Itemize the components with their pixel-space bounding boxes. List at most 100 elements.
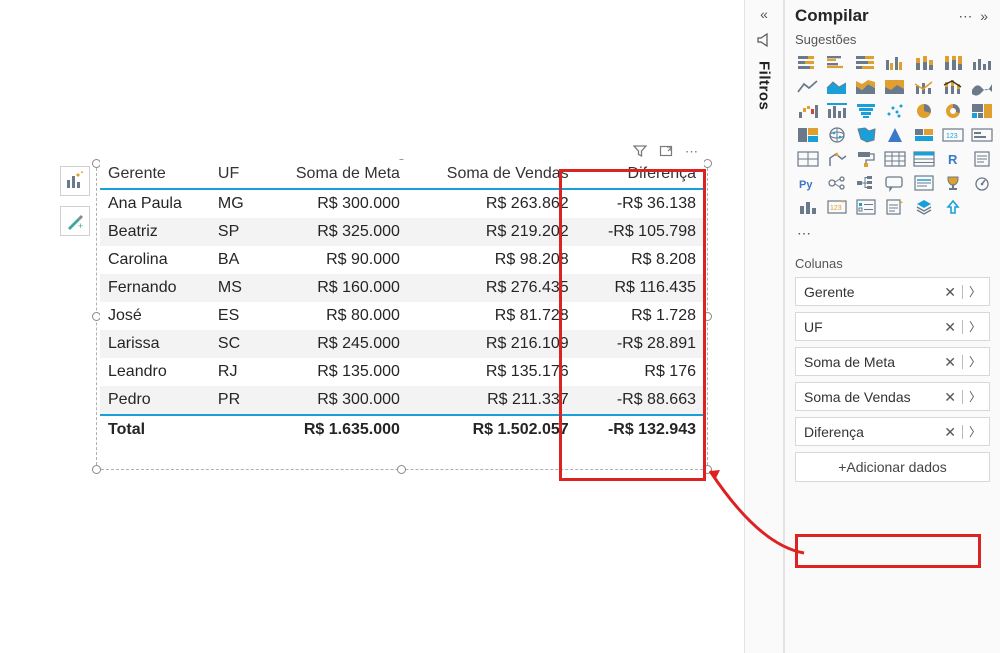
viz-type-paint-roller[interactable] xyxy=(853,149,878,169)
table-row[interactable]: CarolinaBAR$ 90.000R$ 98.208R$ 8.208 xyxy=(100,246,704,274)
viz-type-clustered-column-line[interactable] xyxy=(969,53,994,73)
resize-handle[interactable] xyxy=(703,465,712,474)
viz-type-area[interactable] xyxy=(824,77,849,97)
viz-type-table[interactable] xyxy=(911,149,936,169)
viz-type-matrix[interactable] xyxy=(882,149,907,169)
viz-type-treemap[interactable] xyxy=(969,101,994,121)
field-well-uf[interactable]: UF✕〉 xyxy=(795,312,990,341)
table-visual[interactable]: ⋯ Gerente UF Soma de Meta Soma de Vendas… xyxy=(100,160,704,444)
report-canvas[interactable]: + ⋯ Gerente UF Soma de Meta Soma de Vend… xyxy=(0,0,744,653)
viz-type-decomposition[interactable] xyxy=(853,173,878,193)
gallery-more-icon[interactable]: ⋯ xyxy=(795,223,990,250)
viz-type-funnel[interactable] xyxy=(853,101,878,121)
remove-field-icon[interactable]: ✕ xyxy=(944,425,956,439)
announce-icon xyxy=(756,32,772,51)
viz-type-py-visual[interactable]: Py xyxy=(795,173,820,193)
field-well-soma-de-vendas[interactable]: Soma de Vendas✕〉 xyxy=(795,382,990,411)
viz-type-paginated-2[interactable] xyxy=(882,197,907,217)
viz-type-area-100[interactable] xyxy=(882,77,907,97)
viz-type-column-simple[interactable] xyxy=(795,197,820,217)
viz-type-line-column[interactable] xyxy=(911,77,936,97)
viz-type-app[interactable] xyxy=(911,197,936,217)
pane-more-icon[interactable]: ⋯ » xyxy=(958,8,990,25)
viz-type-narrative[interactable] xyxy=(911,173,936,193)
field-well-soma-de-meta[interactable]: Soma de Meta✕〉 xyxy=(795,347,990,376)
viz-type-pie[interactable] xyxy=(911,101,936,121)
remove-field-icon[interactable]: ✕ xyxy=(944,285,956,299)
viz-type-key-influencers[interactable] xyxy=(824,173,849,193)
viz-type-funnel-col[interactable] xyxy=(824,101,849,121)
collapse-icon[interactable]: « xyxy=(760,6,768,22)
field-well-gerente[interactable]: Gerente✕〉 xyxy=(795,277,990,306)
viz-type-smart-narrative[interactable]: 123 xyxy=(824,197,849,217)
col-header-dif[interactable]: Diferença xyxy=(577,160,704,189)
viz-type-paginated[interactable] xyxy=(969,149,994,169)
cell-meta: R$ 160.000 xyxy=(261,274,408,302)
cell-dif: -R$ 36.138 xyxy=(577,189,704,218)
viz-type-line-stacked[interactable] xyxy=(940,77,965,97)
field-menu-icon[interactable]: 〉 xyxy=(969,318,981,335)
remove-field-icon[interactable]: ✕ xyxy=(944,355,956,369)
table-row[interactable]: FernandoMSR$ 160.000R$ 276.435R$ 116.435 xyxy=(100,274,704,302)
format-brush-button[interactable]: + xyxy=(60,206,90,236)
col-header-vendas[interactable]: Soma de Vendas xyxy=(408,160,577,189)
viz-type-card-123[interactable]: 123 xyxy=(940,125,965,145)
cell-dif: R$ 116.435 xyxy=(577,274,704,302)
viz-type-clustered-bar[interactable] xyxy=(824,53,849,73)
viz-type-waterfall[interactable] xyxy=(795,101,820,121)
field-menu-icon[interactable]: 〉 xyxy=(969,388,981,405)
viz-type-azure-map[interactable] xyxy=(882,125,907,145)
viz-type-multi-row[interactable] xyxy=(795,149,820,169)
viz-type-line[interactable] xyxy=(795,77,820,97)
col-header-uf[interactable]: UF xyxy=(210,160,261,189)
filter-icon[interactable] xyxy=(633,144,647,161)
resize-handle[interactable] xyxy=(92,465,101,474)
viz-type-r-visual[interactable]: R xyxy=(940,149,965,169)
columns-label: Colunas xyxy=(795,256,990,271)
viz-type-card[interactable] xyxy=(969,125,994,145)
viz-type-filled-map[interactable] xyxy=(853,125,878,145)
field-well-diferença[interactable]: Diferença✕〉 xyxy=(795,417,990,446)
remove-field-icon[interactable]: ✕ xyxy=(944,320,956,334)
viz-type-stacked-column[interactable] xyxy=(911,53,936,73)
resize-handle[interactable] xyxy=(397,465,406,474)
viz-type-stacked-bar[interactable] xyxy=(795,53,820,73)
viz-type-kpi[interactable] xyxy=(824,149,849,169)
table-row[interactable]: LarissaSCR$ 245.000R$ 216.109-R$ 28.891 xyxy=(100,330,704,358)
cell-dif: -R$ 28.891 xyxy=(577,330,704,358)
cell-vendas: R$ 276.435 xyxy=(408,274,577,302)
remove-field-icon[interactable]: ✕ xyxy=(944,390,956,404)
field-menu-icon[interactable]: 〉 xyxy=(969,423,981,440)
suggest-visual-button[interactable] xyxy=(60,166,90,196)
viz-type-ribbon[interactable] xyxy=(969,77,994,97)
viz-type-map-tree[interactable] xyxy=(795,125,820,145)
viz-type-stacked-column-100[interactable] xyxy=(940,53,965,73)
viz-type-donut[interactable] xyxy=(940,101,965,121)
viz-type-qa[interactable] xyxy=(882,173,907,193)
filters-pane-collapsed[interactable]: « Filtros xyxy=(744,0,784,653)
viz-type-stacked-area[interactable] xyxy=(853,77,878,97)
viz-type-map-globe[interactable] xyxy=(824,125,849,145)
col-header-meta[interactable]: Soma de Meta xyxy=(261,160,408,189)
resize-handle[interactable] xyxy=(703,312,712,321)
add-data-button[interactable]: +Adicionar dados xyxy=(795,452,990,482)
viz-type-clustered-column[interactable] xyxy=(882,53,907,73)
viz-type-scatter[interactable] xyxy=(882,101,907,121)
viz-type-goals[interactable] xyxy=(940,173,965,193)
col-header-gerente[interactable]: Gerente xyxy=(100,160,210,189)
viz-type-metrics[interactable] xyxy=(969,173,994,193)
viz-type-stacked-bar-100[interactable] xyxy=(853,53,878,73)
viz-type-slicer[interactable] xyxy=(853,197,878,217)
viz-type-get-visuals[interactable] xyxy=(940,197,965,217)
more-options-icon[interactable]: ⋯ xyxy=(685,144,698,161)
table-row[interactable]: JoséESR$ 80.000R$ 81.728R$ 1.728 xyxy=(100,302,704,330)
resize-handle[interactable] xyxy=(703,159,712,168)
field-menu-icon[interactable]: 〉 xyxy=(969,353,981,370)
table-row[interactable]: PedroPRR$ 300.000R$ 211.337-R$ 88.663 xyxy=(100,386,704,415)
table-row[interactable]: BeatrizSPR$ 325.000R$ 219.202-R$ 105.798 xyxy=(100,218,704,246)
table-row[interactable]: LeandroRJR$ 135.000R$ 135.176R$ 176 xyxy=(100,358,704,386)
viz-type-shape-map[interactable] xyxy=(911,125,936,145)
field-menu-icon[interactable]: 〉 xyxy=(969,283,981,300)
focus-mode-icon[interactable] xyxy=(659,144,673,161)
table-row[interactable]: Ana PaulaMGR$ 300.000R$ 263.862-R$ 36.13… xyxy=(100,189,704,218)
